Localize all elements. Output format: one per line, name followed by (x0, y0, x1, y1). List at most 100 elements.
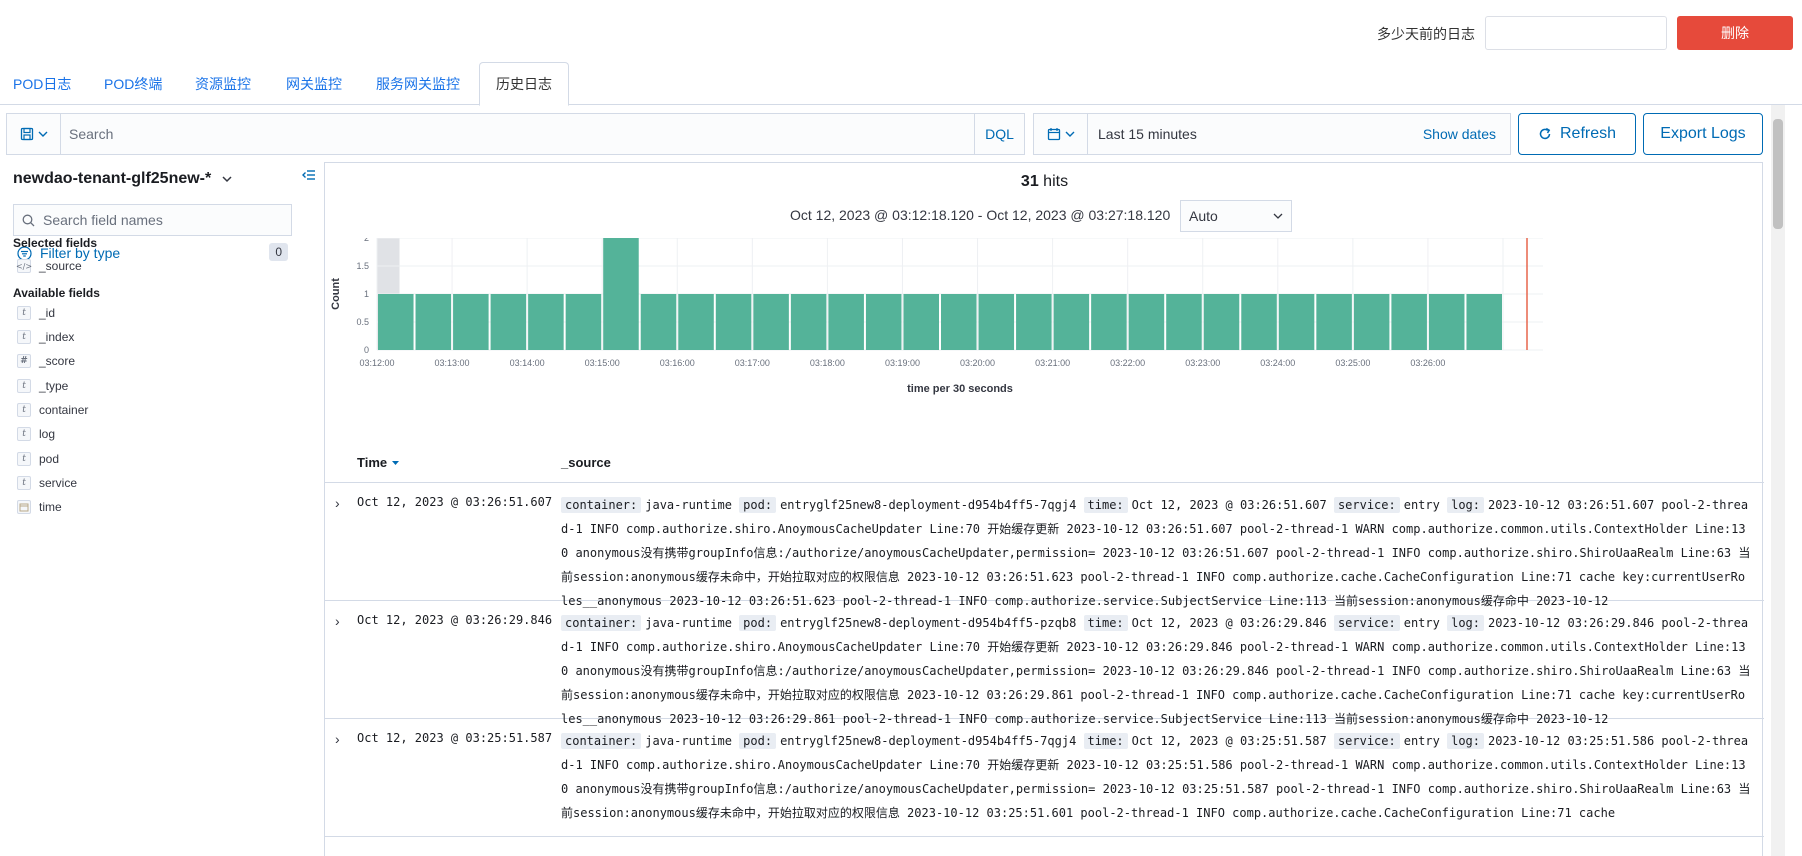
source-value: java-runtime (645, 498, 740, 512)
source-key: service: (1333, 733, 1400, 749)
tab-pod-logs[interactable]: POD日志 (13, 62, 71, 105)
chevron-down-icon (1065, 131, 1074, 137)
histogram-chart: 0 0.5 1 1.5 2 03:12:00 03:13:00 03:14:00 03:15:0… (325, 238, 1764, 438)
field-search-input[interactable]: Search field names (13, 204, 292, 236)
histogram-bar (1466, 294, 1502, 350)
x-tick-label: 03:19:00 (885, 358, 920, 368)
histogram-bar (490, 294, 527, 350)
field-name: _id (39, 306, 56, 320)
tab-service-gateway-monitor[interactable]: 服务网关监控 (376, 62, 460, 105)
tab-pod-terminal[interactable]: POD终端 (104, 62, 162, 105)
histogram-bar (1203, 294, 1240, 350)
y-tick-label: 1.5 (356, 261, 369, 271)
source-key: pod: (739, 733, 777, 749)
field-item-time[interactable]: time (17, 497, 62, 517)
time-range-text[interactable]: Last 15 minutes (1088, 126, 1423, 142)
x-tick-label: 03:20:00 (960, 358, 995, 368)
histogram-svg: 0 0.5 1 1.5 2 03:12:00 03:13:00 03:14:00 03:15:0… (330, 238, 1543, 395)
column-time-label: Time (357, 455, 388, 470)
column-header-time[interactable]: Time (357, 455, 400, 470)
string-type-icon: t (17, 427, 31, 441)
table-row[interactable]: › Oct 12, 2023 @ 03:25:51.587 container: ja… (325, 719, 1764, 837)
source-value: entry (1403, 498, 1448, 512)
histogram-bar (753, 294, 789, 350)
string-type-icon: t (17, 403, 31, 417)
x-tick-label: 03:13:00 (435, 358, 470, 368)
export-logs-button[interactable]: Export Logs (1643, 113, 1763, 155)
histogram-bar (941, 294, 977, 350)
expand-row-icon[interactable]: › (335, 613, 340, 629)
histogram-bar (1316, 294, 1352, 350)
field-item-score[interactable]: # _score (17, 351, 75, 371)
saved-query-icon (20, 127, 33, 141)
source-key: container: (561, 497, 642, 513)
source-value: entry (1403, 616, 1448, 630)
index-pattern-selector[interactable]: newdao-tenant-glf25new-* (13, 170, 233, 188)
histogram-bar (528, 294, 564, 350)
row-source: container: java-runtime pod: entryglf25new… (561, 729, 1751, 851)
top-bar: 多少天前的日志 删除 (0, 0, 1802, 62)
chevron-down-icon (38, 131, 47, 137)
source-key: pod: (739, 615, 777, 631)
time-range-summary: Oct 12, 2023 @ 03:12:18.120 - Oct 12, 20… (790, 207, 1171, 223)
histogram-bar (1128, 294, 1165, 350)
field-name: pod (39, 452, 60, 466)
field-item-log[interactable]: t log (17, 424, 55, 444)
field-item-pod[interactable]: t pod (17, 449, 59, 469)
quick-select-button[interactable] (1034, 114, 1088, 154)
field-item-service[interactable]: t service (17, 473, 77, 493)
y-tick-label: 2 (364, 238, 369, 243)
tab-resource-monitor[interactable]: 资源监控 (195, 62, 251, 105)
tab-bar: POD日志 POD终端 资源监控 网关监控 服务网关监控 历史日志 (0, 62, 1802, 106)
source-value: 2023-10-12 03:26:29.846 pool-2-thread-1 … (561, 616, 1751, 726)
field-item-id[interactable]: t _id (17, 303, 55, 323)
scrollbar-thumb[interactable] (1773, 119, 1783, 229)
source-key: time: (1083, 497, 1128, 513)
refresh-button[interactable]: Refresh (1518, 113, 1636, 155)
page-scrollbar[interactable] (1771, 105, 1785, 856)
dql-button[interactable]: DQL (974, 114, 1024, 154)
histogram-bar (378, 294, 414, 350)
field-item-source[interactable]: </> _source (16, 256, 82, 276)
saved-query-button[interactable] (7, 114, 61, 154)
search-input[interactable]: Search (61, 126, 974, 142)
histogram-bar (1391, 294, 1427, 350)
chevron-down-icon (1273, 213, 1283, 219)
field-item-container[interactable]: t container (17, 400, 88, 420)
discover-page: 多少天前的日志 删除 POD日志 POD终端 资源监控 网关监控 服务网关监控 … (0, 0, 1802, 856)
y-tick-label: 0 (364, 345, 369, 355)
days-ago-input[interactable] (1485, 16, 1667, 50)
collapse-sidebar-icon[interactable] (302, 168, 316, 184)
expand-row-icon[interactable]: › (335, 495, 340, 511)
show-dates-link[interactable]: Show dates (1423, 126, 1510, 142)
y-tick-label: 1 (364, 289, 369, 299)
x-tick-label: 03:25:00 (1335, 358, 1370, 368)
histogram-bar (1053, 294, 1090, 350)
string-type-icon: t (17, 476, 31, 490)
selected-fields-title: Selected fields (13, 236, 98, 250)
x-tick-label: 03:22:00 (1110, 358, 1145, 368)
tab-history-logs[interactable]: 历史日志 (479, 62, 569, 106)
interval-select[interactable]: Auto (1180, 200, 1292, 232)
delete-button[interactable]: 删除 (1677, 16, 1793, 50)
table-row[interactable]: › Oct 12, 2023 @ 03:26:29.846 container: ja… (325, 601, 1764, 726)
x-tick-label: 03:12:00 (359, 358, 394, 368)
field-item-type[interactable]: t _type (17, 376, 68, 396)
expand-row-icon[interactable]: › (335, 731, 340, 747)
source-key: service: (1333, 497, 1400, 513)
source-key: pod: (739, 497, 777, 513)
histogram-bar (1241, 294, 1277, 350)
y-tick-label: 0.5 (356, 317, 369, 327)
x-tick-label: 03:14:00 (510, 358, 545, 368)
calendar-icon (1047, 128, 1060, 141)
field-item-index[interactable]: t _index (17, 327, 74, 347)
hits-label: hits (1043, 173, 1069, 190)
tab-gateway-monitor[interactable]: 网关监控 (286, 62, 342, 105)
field-name: _score (39, 354, 76, 368)
x-tick-label: 03:24:00 (1260, 358, 1295, 368)
source-value: entryglf25new8-deployment-d954b4ff5-7qgj… (780, 734, 1084, 748)
field-name: _index (39, 330, 75, 344)
table-row[interactable]: › Oct 12, 2023 @ 03:26:51.607 container: ja… (325, 483, 1764, 608)
histogram-bar (640, 294, 677, 350)
histogram-bar (1091, 294, 1127, 350)
